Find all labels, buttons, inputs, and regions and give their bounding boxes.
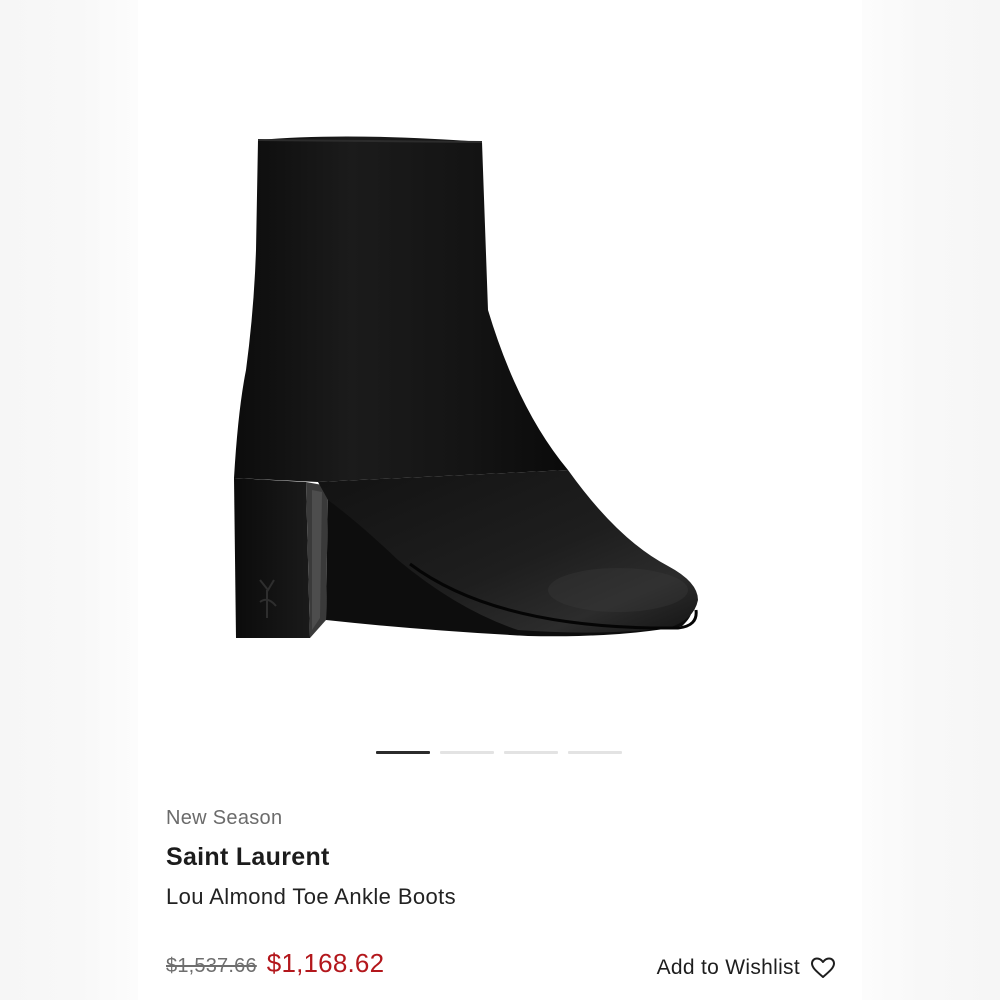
wishlist-label: Add to Wishlist	[656, 956, 800, 979]
image-carousel-indicator	[376, 751, 622, 755]
brand-name[interactable]: Saint Laurent	[166, 843, 330, 872]
season-label: New Season	[166, 807, 283, 829]
product-image[interactable]	[198, 90, 798, 680]
sale-price: $1,168.62	[266, 948, 385, 978]
heart-outline-icon	[811, 957, 835, 978]
carousel-dot-3[interactable]	[504, 751, 558, 754]
product-title: Lou Almond Toe Ankle Boots	[166, 884, 457, 909]
add-to-wishlist-button[interactable]: Add to Wishlist	[657, 956, 836, 980]
carousel-dot-1[interactable]	[376, 751, 430, 754]
price-block: $1,537.66 $1,168.62	[166, 948, 384, 979]
right-backdrop	[862, 0, 1000, 1000]
carousel-dot-4[interactable]	[568, 751, 622, 754]
left-backdrop	[0, 0, 138, 1000]
carousel-dot-2[interactable]	[440, 751, 494, 754]
product-detail-panel: New Season Saint Laurent Lou Almond Toe …	[138, 0, 862, 1000]
screen: New Season Saint Laurent Lou Almond Toe …	[0, 0, 1000, 1000]
original-price: $1,537.66	[166, 955, 257, 977]
